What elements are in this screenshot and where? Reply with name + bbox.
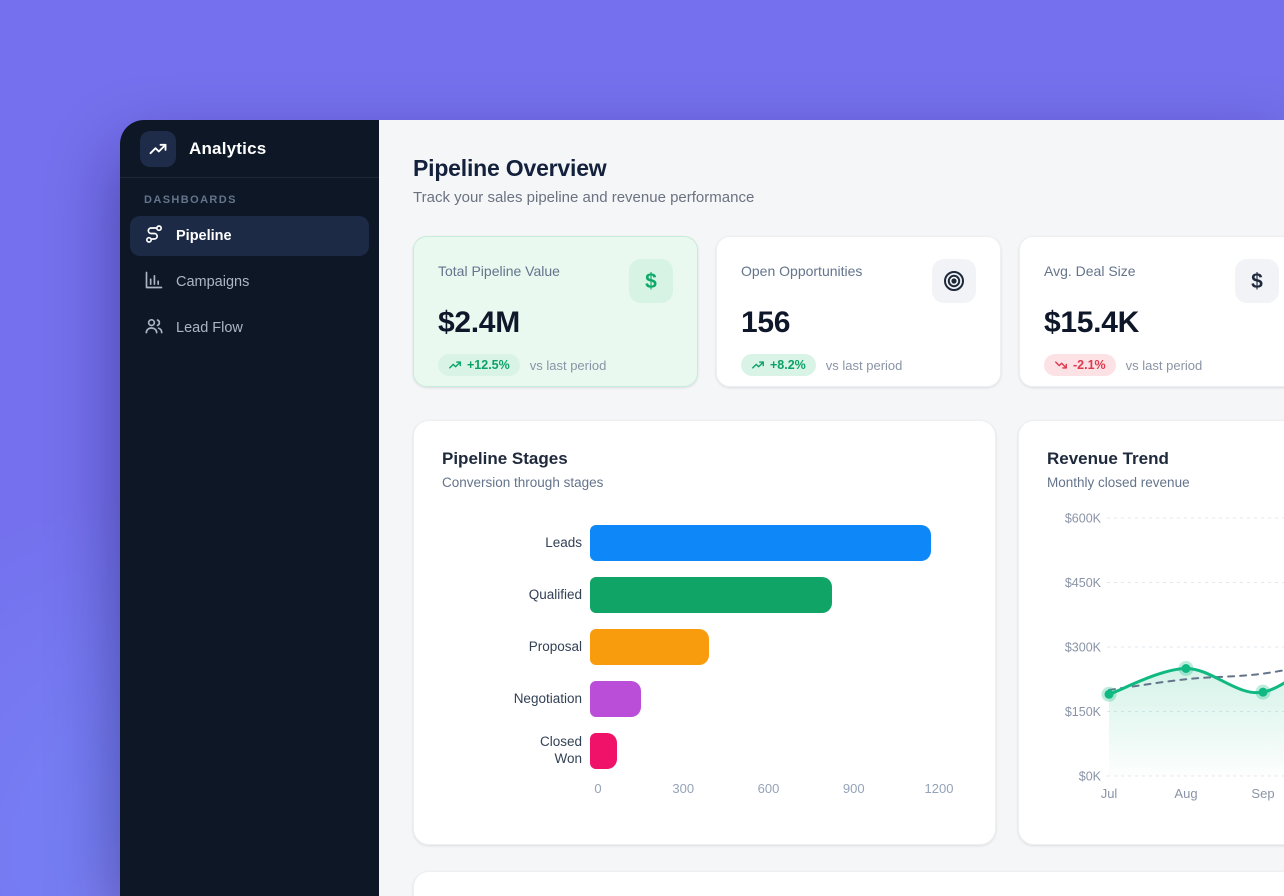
sidebar-item-label: Lead Flow	[176, 320, 243, 336]
bar-row: Closed Won	[442, 733, 967, 769]
delta-note: vs last period	[826, 358, 903, 373]
stat-value: 156	[741, 306, 976, 340]
page-subtitle: Track your sales pipeline and revenue pe…	[413, 189, 1284, 206]
y-axis-label: $450K	[1065, 576, 1102, 590]
bottom-card	[413, 871, 1284, 896]
sidebar-item-label: Campaigns	[176, 274, 249, 290]
charts-row: Pipeline Stages Conversion through stage…	[413, 420, 1284, 845]
bar-row: Leads	[442, 525, 967, 561]
x-axis-tick: 300	[672, 781, 694, 796]
target-icon	[932, 259, 976, 303]
app-logo: Analytics	[120, 120, 379, 178]
chart-subtitle: Monthly closed revenue	[1047, 475, 1284, 490]
x-axis-tick: 600	[758, 781, 780, 796]
bar-label: Qualified	[442, 587, 590, 604]
delta-value: +8.2%	[770, 358, 806, 372]
pipeline-stages-card: Pipeline Stages Conversion through stage…	[413, 420, 996, 845]
y-axis-label: $0K	[1079, 770, 1102, 784]
bar-row: Negotiation	[442, 681, 967, 717]
app-window: Analytics DASHBOARDS Pipeline	[120, 120, 1284, 896]
bar[interactable]	[590, 525, 931, 561]
data-point	[1259, 688, 1268, 697]
stat-card-open-opportunities[interactable]: Open Opportunities 156 +8.2% vs last per…	[716, 236, 1001, 387]
stat-value: $2.4M	[438, 306, 673, 340]
x-axis-label: Aug	[1174, 786, 1197, 801]
bar[interactable]	[590, 629, 709, 665]
trending-up-logo-icon	[140, 131, 176, 167]
bar-label: Closed Won	[442, 734, 590, 768]
bar-row: Proposal	[442, 629, 967, 665]
delta-value: +12.5%	[467, 358, 510, 372]
stat-value: $15.4K	[1044, 306, 1279, 340]
x-axis-tick: 1200	[925, 781, 954, 796]
x-axis-tick: 900	[843, 781, 865, 796]
stat-card-total-pipeline-value[interactable]: Total Pipeline Value $ $2.4M +12.5% vs l…	[413, 236, 698, 387]
sidebar: Analytics DASHBOARDS Pipeline	[120, 120, 379, 896]
y-axis-label: $150K	[1065, 705, 1102, 719]
sidebar-section-label: DASHBOARDS	[144, 194, 355, 206]
chart-subtitle: Conversion through stages	[442, 475, 967, 490]
trend-badge: +8.2%	[741, 354, 816, 376]
x-axis-label: Jul	[1101, 786, 1118, 801]
sidebar-item-campaigns[interactable]: Campaigns	[130, 262, 369, 302]
delta-note: vs last period	[1126, 358, 1203, 373]
dollar-sign-icon: $	[1235, 259, 1279, 303]
route-icon	[144, 224, 164, 248]
bar-row: Qualified	[442, 577, 967, 613]
dollar-sign-icon: $	[629, 259, 673, 303]
sidebar-item-lead-flow[interactable]: Lead Flow	[130, 308, 369, 348]
sidebar-item-pipeline[interactable]: Pipeline	[130, 216, 369, 256]
chart-title: Revenue Trend	[1047, 449, 1284, 469]
revenue-line-chart: $600K $450K $300K $150K $0K Jul Aug Sep	[1047, 498, 1284, 810]
trend-badge: -2.1%	[1044, 354, 1116, 376]
x-axis-tick: 0	[594, 781, 601, 796]
bar-chart-icon	[144, 270, 164, 294]
main-content: Pipeline Overview Track your sales pipel…	[379, 120, 1284, 896]
bar-label: Leads	[442, 535, 590, 552]
data-point	[1105, 690, 1114, 699]
y-axis-label: $600K	[1065, 512, 1102, 526]
stat-label: Total Pipeline Value	[438, 259, 560, 279]
page-title: Pipeline Overview	[413, 155, 1284, 182]
data-point	[1182, 664, 1191, 673]
stat-label: Open Opportunities	[741, 259, 862, 279]
stat-label: Avg. Deal Size	[1044, 259, 1136, 279]
stat-card-avg-deal-size[interactable]: Avg. Deal Size $ $15.4K -2.1% vs last pe…	[1019, 236, 1284, 387]
sidebar-item-label: Pipeline	[176, 228, 232, 244]
delta-note: vs last period	[530, 358, 607, 373]
bar-chart: Leads Qualified Proposal Negotiation Closed …	[442, 525, 967, 769]
trending-up-icon	[751, 358, 765, 372]
stats-row: Total Pipeline Value $ $2.4M +12.5% vs l…	[413, 236, 1284, 387]
sidebar-nav: Pipeline Campaigns Lead Flow	[120, 216, 379, 348]
revenue-area	[1109, 639, 1284, 776]
revenue-trend-card: Revenue Trend Monthly closed revenue $60…	[1018, 420, 1284, 845]
bar-label: Proposal	[442, 639, 590, 656]
trending-up-icon	[448, 358, 462, 372]
bar[interactable]	[590, 733, 617, 769]
trend-badge: +12.5%	[438, 354, 520, 376]
users-icon	[144, 316, 164, 340]
bar[interactable]	[590, 577, 832, 613]
bar-label: Negotiation	[442, 691, 590, 708]
trending-down-icon	[1054, 358, 1068, 372]
bar-chart-x-axis: 03006009001200	[598, 781, 967, 801]
bar[interactable]	[590, 681, 641, 717]
x-axis-label: Sep	[1251, 786, 1274, 801]
delta-value: -2.1%	[1073, 358, 1106, 372]
y-axis-label: $300K	[1065, 641, 1102, 655]
app-title: Analytics	[189, 139, 266, 159]
chart-title: Pipeline Stages	[442, 449, 967, 469]
